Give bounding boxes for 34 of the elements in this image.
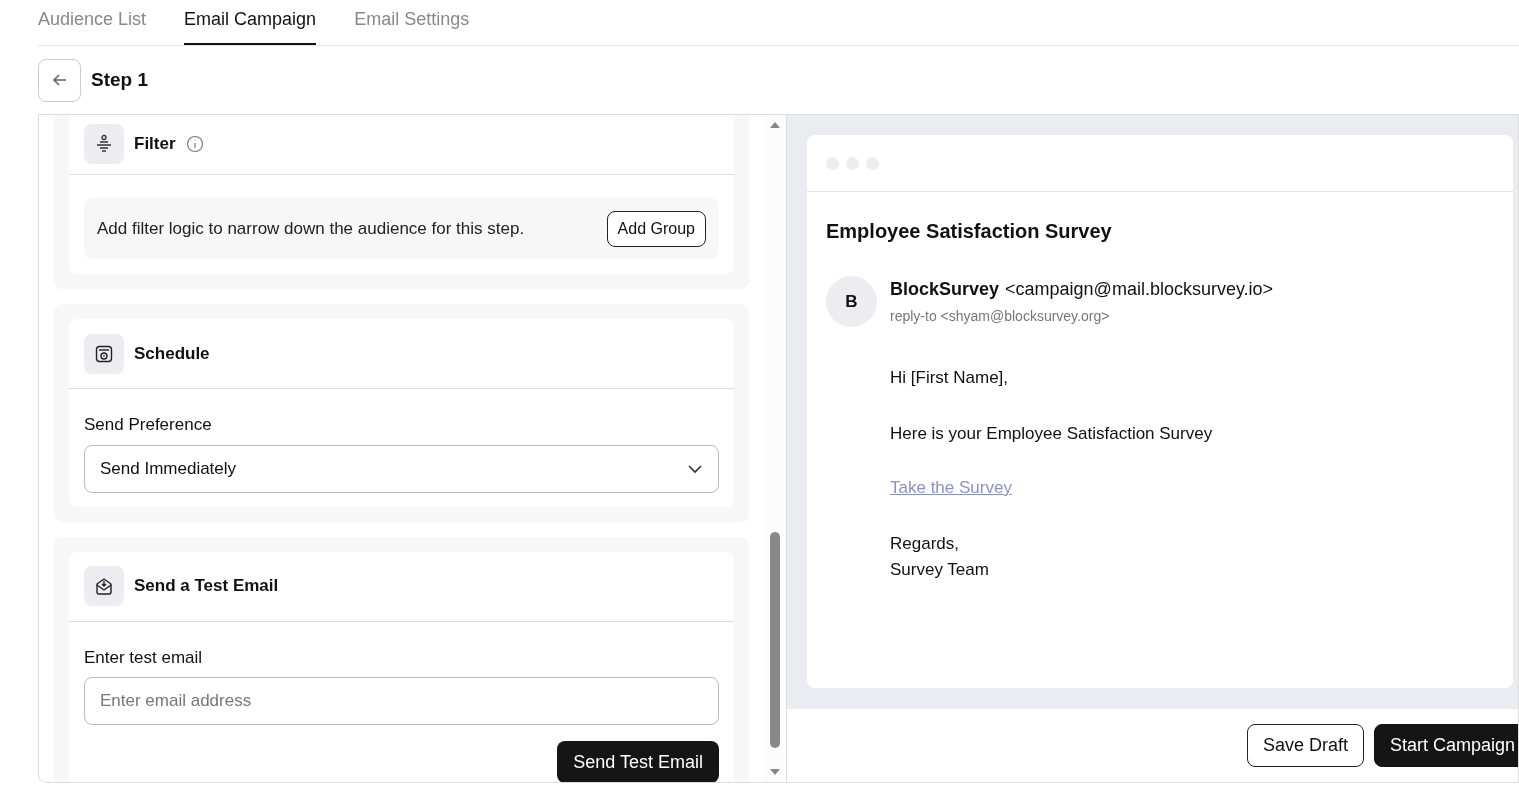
send-preference-dropdown[interactable]: Send Immediately: [84, 444, 719, 493]
email-greeting: Hi [First Name],: [890, 367, 1010, 389]
filter-description: Add filter logic to narrow down the audience for this step.: [97, 217, 525, 240]
section-title: Schedule: [134, 342, 210, 365]
scrollbar-thumb[interactable]: [770, 532, 780, 748]
tab[interactable]: Audience List: [38, 6, 147, 45]
email-input-field[interactable]: Enter email address: [84, 677, 719, 725]
email-body-text: Here is your Employee Satisfaction Survey: [890, 422, 1214, 445]
calendar-clock-icon: [84, 333, 124, 374]
sender-avatar: B: [826, 276, 877, 327]
tab[interactable]: Email Campaign: [184, 6, 317, 45]
mail-download-icon: [84, 566, 124, 606]
send-test-email-button[interactable]: Send Test Email: [557, 741, 719, 782]
scroll-down-icon[interactable]: [769, 768, 781, 776]
field-label: Send Preference: [84, 414, 213, 436]
sender-name: BlockSurvey: [890, 278, 1000, 301]
section-title: Send a Test Email: [134, 575, 279, 598]
start-campaign-button[interactable]: Start Campaign: [1373, 724, 1518, 767]
scroll-up-icon[interactable]: [769, 121, 781, 129]
section-title: Filter: [134, 132, 176, 155]
filter-icon: [84, 123, 124, 164]
sender-email: <campaign@mail.blocksurvey.io>: [1005, 278, 1274, 301]
back-button[interactable]: [38, 58, 81, 102]
save-draft-button[interactable]: Save Draft: [1246, 724, 1364, 767]
closing-line: Regards,: [890, 532, 960, 555]
add-group-button[interactable]: Add Group: [606, 210, 706, 247]
field-label: Enter test email: [84, 646, 204, 669]
reply-to-address: reply-to <shyam@blocksurvey.org>: [890, 307, 1111, 326]
chevron-down-icon: [687, 463, 703, 474]
step-title: Step 1: [91, 67, 149, 92]
tab[interactable]: Email Settings: [354, 6, 470, 45]
info-icon: [185, 134, 204, 153]
closing-line: Survey Team: [890, 558, 990, 581]
email-subject: Employee Satisfaction Survey: [826, 219, 1113, 244]
